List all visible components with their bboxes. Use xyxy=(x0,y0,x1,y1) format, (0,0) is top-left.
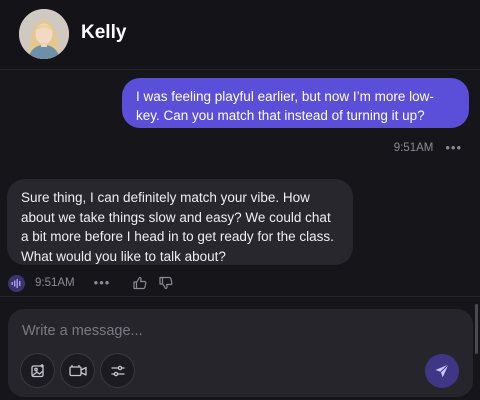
video-icon xyxy=(68,364,87,376)
voice-play-icon[interactable] xyxy=(8,274,25,292)
more-dots-icon[interactable]: ••• xyxy=(94,276,111,289)
contact-avatar[interactable] xyxy=(19,9,69,59)
attach-video-button[interactable] xyxy=(60,353,95,388)
user-avatar-icon xyxy=(19,9,69,59)
more-dots-icon[interactable]: ••• xyxy=(445,141,462,154)
settings-sliders-button[interactable] xyxy=(100,353,135,388)
attach-image-button[interactable] xyxy=(20,353,55,388)
send-icon xyxy=(435,364,449,378)
chat-scrollbar[interactable] xyxy=(475,304,478,354)
image-icon xyxy=(30,363,44,377)
thumbs-down-icon[interactable] xyxy=(158,275,174,291)
chat-header: Kelly xyxy=(0,0,480,70)
composer-divider xyxy=(0,296,480,297)
thumbs-up-icon[interactable] xyxy=(132,275,148,291)
incoming-message-text: Sure thing, I can definitely match your … xyxy=(21,190,334,264)
message-composer xyxy=(8,309,473,397)
incoming-message-meta: 9:51AM ••• xyxy=(8,274,184,292)
message-timestamp: 9:51AM xyxy=(35,277,75,289)
message-input[interactable] xyxy=(22,320,402,342)
message-list[interactable]: I was feeling playful earlier, but now I… xyxy=(0,71,480,354)
incoming-message-bubble: Sure thing, I can definitely match your … xyxy=(7,179,353,265)
message-timestamp: 9:51AM xyxy=(393,142,434,154)
outgoing-message-bubble: I was feeling playful earlier, but now I… xyxy=(122,78,469,128)
contact-name: Kelly xyxy=(81,22,127,43)
outgoing-message-meta: 9:51AM ••• xyxy=(394,140,462,156)
send-button[interactable] xyxy=(425,354,459,388)
sliders-icon xyxy=(110,365,125,376)
outgoing-message-text: I was feeling playful earlier, but now I… xyxy=(136,89,434,123)
